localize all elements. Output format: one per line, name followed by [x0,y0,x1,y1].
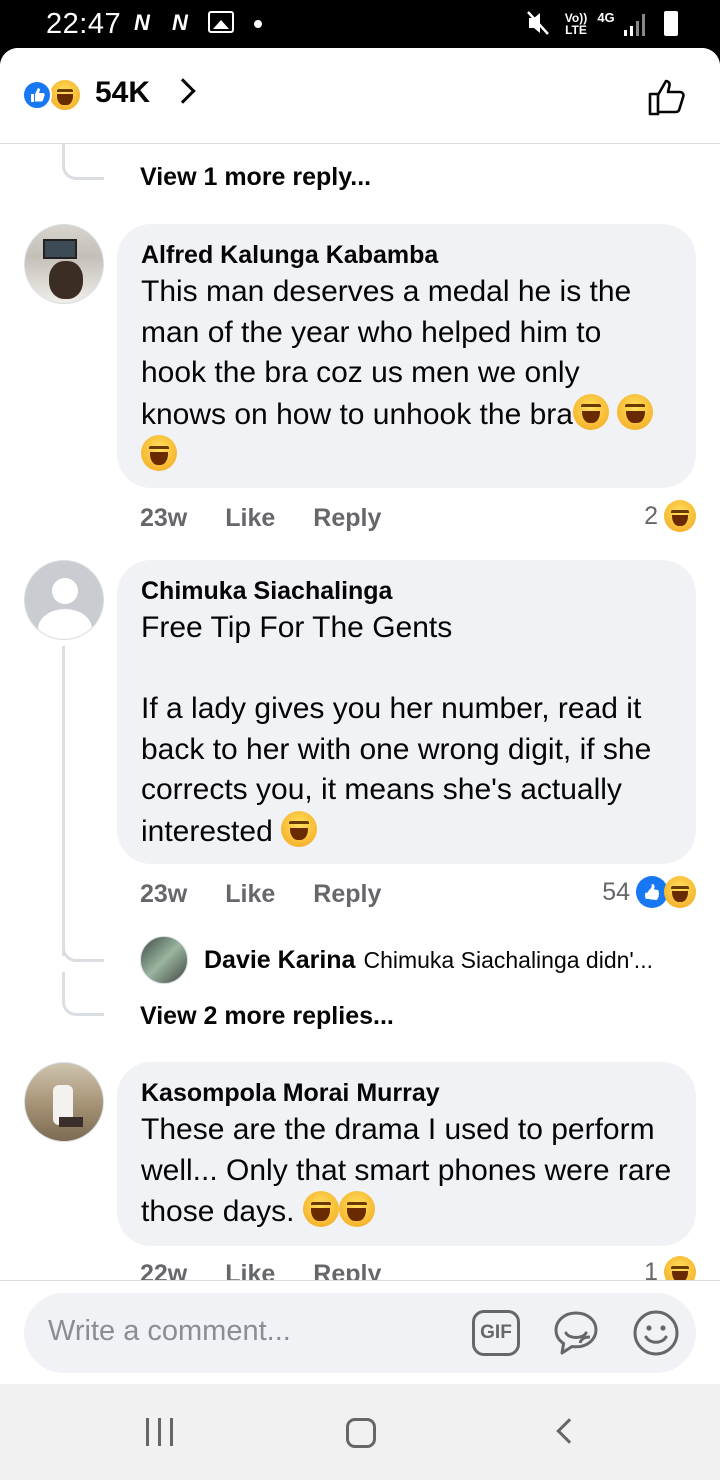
like-button[interactable]: Like [225,1260,275,1280]
emoji-icon[interactable] [632,1309,680,1357]
haha-reaction-icon [48,78,82,112]
reactions-header: 54K [0,48,720,144]
comment-bubble[interactable]: Kasompola Morai Murray These are the dra… [117,1062,696,1246]
signal-icon [624,14,648,36]
comment-time: 22w [140,1260,188,1280]
mute-icon [526,10,550,36]
comment-text: This man deserves a medal he is the man … [141,272,672,477]
comment-time: 23w [140,880,188,908]
thread-connector [62,646,65,956]
rofl-emoji-icon [302,1191,339,1227]
gallery-notification-icon [208,11,234,33]
sticker-icon[interactable] [552,1309,600,1357]
more-notifications-dot-icon [254,20,262,28]
avatar[interactable] [24,224,104,304]
blush-emoji-icon [281,810,318,847]
rofl-emoji-icon [572,393,609,430]
haha-reaction-icon [664,500,696,532]
comment-author[interactable]: Chimuka Siachalinga [141,574,672,608]
reply-text: Chimuka Siachalinga didn'... [363,947,653,973]
view-more-replies-link[interactable]: View 2 more replies... [140,1002,394,1031]
volte-label: Vo)) LTE [564,11,588,37]
reply-button[interactable]: Reply [313,504,381,533]
view-more-replies-link[interactable]: View 1 more reply... [140,163,371,192]
reaction-count[interactable]: 54K [95,76,150,110]
avatar[interactable] [140,936,188,984]
comment-actions: 23w Like Reply [140,504,419,533]
battery-icon [664,11,678,36]
reply-button[interactable]: Reply [313,1260,381,1280]
thread-connector [62,924,104,962]
like-reaction-icon [22,80,52,110]
comment-input[interactable]: Write a comment... GIF [24,1293,696,1373]
back-icon[interactable] [556,1418,582,1444]
reply-preview[interactable]: Davie Karina Chimuka Siachalinga didn'... [204,946,653,975]
comments-panel: 54K View 1 more reply... Alfred Kalunga … [0,48,720,1384]
comment-input-placeholder[interactable]: Write a comment... [48,1315,291,1348]
gif-button[interactable]: GIF [472,1310,520,1356]
comment-text: These are the drama I used to perform we… [141,1113,680,1228]
comment-reactions[interactable]: 2 [644,500,696,532]
comment-composer: Write a comment... GIF [0,1280,720,1384]
haha-reaction-icon [664,876,696,908]
comment-author[interactable]: Alfred Kalunga Kabamba [141,238,672,272]
comment-author[interactable]: Kasompola Morai Murray [141,1076,672,1110]
reaction-count: 2 [644,501,658,530]
avatar[interactable] [24,560,104,640]
comment-reactions[interactable]: 1 [644,1256,696,1280]
comment-text: Free Tip For The Gents If a lady gives y… [141,611,652,848]
status-time: 22:47 [46,8,122,40]
notification-n-icon: N [134,10,150,35]
like-button[interactable]: Like [225,504,275,533]
like-thumb-icon[interactable] [646,76,688,118]
status-bar: 22:47 N N Vo)) LTE 4G [0,0,720,48]
haha-reaction-icon [664,1256,696,1280]
rofl-emoji-icon [141,435,177,471]
avatar[interactable] [24,1062,104,1142]
comment-time: 23w [140,504,188,532]
comment-bubble[interactable]: Alfred Kalunga Kabamba This man deserves… [117,224,696,488]
reaction-count: 1 [644,1257,658,1281]
comment-list: View 1 more reply... Alfred Kalunga Kaba… [0,48,720,1280]
comment-bubble[interactable]: Chimuka Siachalinga Free Tip For The Gen… [117,560,696,864]
chevron-right-icon[interactable] [170,78,196,104]
system-nav-bar [0,1384,720,1480]
comment-actions: 22w Like Reply [140,1260,419,1280]
rofl-emoji-icon [338,1191,375,1227]
home-icon[interactable] [346,1418,376,1448]
thread-connector [62,972,104,1016]
rofl-emoji-icon [617,393,654,430]
reaction-count: 54 [602,877,630,906]
notification-n-icon: N [172,10,188,35]
thread-connector [62,144,104,180]
network-type-label: 4G [597,10,615,25]
recent-apps-icon[interactable] [146,1418,176,1446]
reply-button[interactable]: Reply [313,880,381,909]
comment-reactions[interactable]: 54 [602,876,696,908]
like-button[interactable]: Like [225,880,275,909]
comment-actions: 23w Like Reply [140,880,419,909]
reply-author[interactable]: Davie Karina [204,946,355,974]
